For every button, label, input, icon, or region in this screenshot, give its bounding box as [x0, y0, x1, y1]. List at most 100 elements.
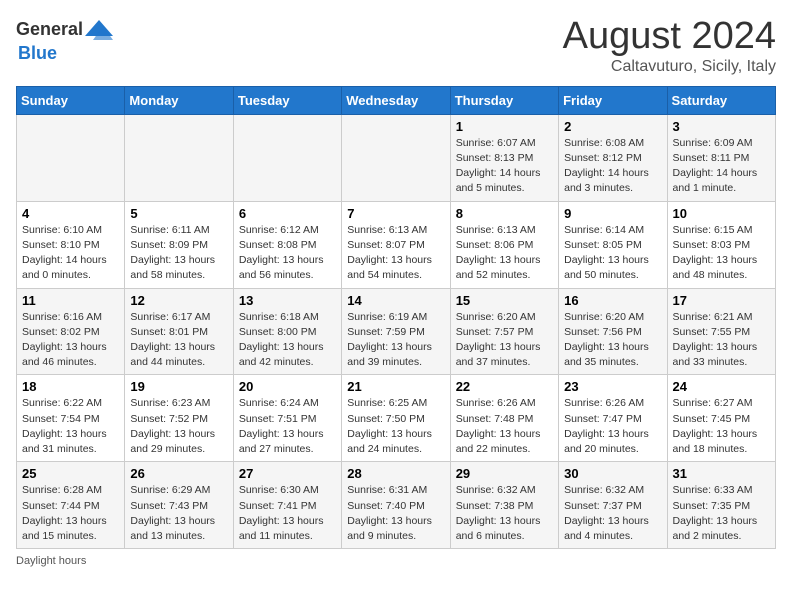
day-number: 27 — [239, 466, 336, 481]
day-number: 30 — [564, 466, 661, 481]
day-info: Sunrise: 6:15 AM Sunset: 8:03 PM Dayligh… — [673, 223, 770, 284]
header-day-friday: Friday — [559, 86, 667, 114]
day-number: 22 — [456, 379, 553, 394]
day-cell: 2Sunrise: 6:08 AM Sunset: 8:12 PM Daylig… — [559, 114, 667, 201]
calendar-subtitle: Caltavuturo, Sicily, Italy — [563, 58, 776, 76]
day-number: 26 — [130, 466, 227, 481]
day-number: 23 — [564, 379, 661, 394]
day-cell: 30Sunrise: 6:32 AM Sunset: 7:37 PM Dayli… — [559, 462, 667, 549]
day-number: 31 — [673, 466, 770, 481]
day-cell: 16Sunrise: 6:20 AM Sunset: 7:56 PM Dayli… — [559, 288, 667, 375]
day-info: Sunrise: 6:07 AM Sunset: 8:13 PM Dayligh… — [456, 136, 553, 197]
day-cell: 11Sunrise: 6:16 AM Sunset: 8:02 PM Dayli… — [17, 288, 125, 375]
calendar-table: SundayMondayTuesdayWednesdayThursdayFrid… — [16, 86, 776, 549]
day-cell — [125, 114, 233, 201]
day-cell: 20 Sunrise: 6:24 AM Sunset: 7:51 PM Dayli… — [233, 375, 341, 462]
day-cell: 28Sunrise: 6:31 AM Sunset: 7:40 PM Dayli… — [342, 462, 450, 549]
day-cell: 5Sunrise: 6:11 AM Sunset: 8:09 PM Daylig… — [125, 201, 233, 288]
day-info: Sunrise: 6:22 AM Sunset: 7:54 PM Dayligh… — [22, 396, 119, 457]
day-cell: 18 Sunrise: 6:22 AM Sunset: 7:54 PM Dayli… — [17, 375, 125, 462]
title-block: August 2024 Caltavuturo, Sicily, Italy — [563, 16, 776, 76]
day-number: 29 — [456, 466, 553, 481]
day-cell: 26 Sunrise: 6:29 AM Sunset: 7:43 PM Dayli… — [125, 462, 233, 549]
header-day-sunday: Sunday — [17, 86, 125, 114]
day-cell: 24Sunrise: 6:27 AM Sunset: 7:45 PM Dayli… — [667, 375, 775, 462]
day-cell — [342, 114, 450, 201]
day-info: Sunrise: 6:26 AM Sunset: 7:48 PM Dayligh… — [456, 396, 553, 457]
header-day-thursday: Thursday — [450, 86, 558, 114]
header-day-tuesday: Tuesday — [233, 86, 341, 114]
calendar-header: SundayMondayTuesdayWednesdayThursdayFrid… — [17, 86, 776, 114]
day-info: Sunrise: 6:12 AM Sunset: 8:08 PM Dayligh… — [239, 223, 336, 284]
day-number: 16 — [564, 293, 661, 308]
day-info: Sunrise: 6:10 AM Sunset: 8:10 PM Dayligh… — [22, 223, 119, 284]
day-info: Sunrise: 6:17 AM Sunset: 8:01 PM Dayligh… — [130, 310, 227, 371]
week-row-1: 1 Sunrise: 6:07 AM Sunset: 8:13 PM Daylig… — [17, 114, 776, 201]
day-cell: 12 Sunrise: 6:17 AM Sunset: 8:01 PM Dayli… — [125, 288, 233, 375]
day-number: 6 — [239, 206, 336, 221]
day-number: 25 — [22, 466, 119, 481]
page-header: General Blue August 2024 Caltavuturo, Si… — [16, 16, 776, 76]
day-info: Sunrise: 6:33 AM Sunset: 7:35 PM Dayligh… — [673, 483, 770, 544]
day-number: 9 — [564, 206, 661, 221]
day-cell: 25 Sunrise: 6:28 AM Sunset: 7:44 PM Dayli… — [17, 462, 125, 549]
day-info: Sunrise: 6:13 AM Sunset: 8:06 PM Dayligh… — [456, 223, 553, 284]
header-day-wednesday: Wednesday — [342, 86, 450, 114]
day-cell: 14Sunrise: 6:19 AM Sunset: 7:59 PM Dayli… — [342, 288, 450, 375]
footer-note: Daylight hours — [16, 555, 776, 567]
day-info: Sunrise: 6:29 AM Sunset: 7:43 PM Dayligh… — [130, 483, 227, 544]
day-info: Sunrise: 6:13 AM Sunset: 8:07 PM Dayligh… — [347, 223, 444, 284]
day-info: Sunrise: 6:14 AM Sunset: 8:05 PM Dayligh… — [564, 223, 661, 284]
day-number: 13 — [239, 293, 336, 308]
day-number: 7 — [347, 206, 444, 221]
day-info: Sunrise: 6:28 AM Sunset: 7:44 PM Dayligh… — [22, 483, 119, 544]
header-day-monday: Monday — [125, 86, 233, 114]
day-cell — [233, 114, 341, 201]
day-info: Sunrise: 6:20 AM Sunset: 7:57 PM Dayligh… — [456, 310, 553, 371]
day-info: Sunrise: 6:32 AM Sunset: 7:38 PM Dayligh… — [456, 483, 553, 544]
day-cell: 29 Sunrise: 6:32 AM Sunset: 7:38 PM Dayli… — [450, 462, 558, 549]
day-cell: 15 Sunrise: 6:20 AM Sunset: 7:57 PM Dayli… — [450, 288, 558, 375]
day-cell: 8Sunrise: 6:13 AM Sunset: 8:06 PM Daylig… — [450, 201, 558, 288]
week-row-5: 25 Sunrise: 6:28 AM Sunset: 7:44 PM Dayli… — [17, 462, 776, 549]
day-cell: 1 Sunrise: 6:07 AM Sunset: 8:13 PM Daylig… — [450, 114, 558, 201]
day-cell: 3Sunrise: 6:09 AM Sunset: 8:11 PM Daylig… — [667, 114, 775, 201]
day-number: 12 — [130, 293, 227, 308]
day-cell: 13 Sunrise: 6:18 AM Sunset: 8:00 PM Dayli… — [233, 288, 341, 375]
day-info: Sunrise: 6:21 AM Sunset: 7:55 PM Dayligh… — [673, 310, 770, 371]
logo: General Blue — [16, 16, 113, 64]
calendar-title: August 2024 — [563, 16, 776, 58]
day-info: Sunrise: 6:18 AM Sunset: 8:00 PM Dayligh… — [239, 310, 336, 371]
day-cell: 10 Sunrise: 6:15 AM Sunset: 8:03 PM Dayli… — [667, 201, 775, 288]
day-info: Sunrise: 6:25 AM Sunset: 7:50 PM Dayligh… — [347, 396, 444, 457]
day-cell: 17Sunrise: 6:21 AM Sunset: 7:55 PM Dayli… — [667, 288, 775, 375]
day-number: 11 — [22, 293, 119, 308]
logo-icon — [85, 16, 113, 44]
day-info: Sunrise: 6:30 AM Sunset: 7:41 PM Dayligh… — [239, 483, 336, 544]
week-row-4: 18 Sunrise: 6:22 AM Sunset: 7:54 PM Dayli… — [17, 375, 776, 462]
day-cell: 21Sunrise: 6:25 AM Sunset: 7:50 PM Dayli… — [342, 375, 450, 462]
logo-blue-text: Blue — [18, 44, 57, 64]
day-number: 15 — [456, 293, 553, 308]
day-info: Sunrise: 6:23 AM Sunset: 7:52 PM Dayligh… — [130, 396, 227, 457]
day-number: 19 — [130, 379, 227, 394]
week-row-3: 11Sunrise: 6:16 AM Sunset: 8:02 PM Dayli… — [17, 288, 776, 375]
day-number: 4 — [22, 206, 119, 221]
day-number: 20 — [239, 379, 336, 394]
day-cell: 22 Sunrise: 6:26 AM Sunset: 7:48 PM Dayli… — [450, 375, 558, 462]
day-cell: 7 Sunrise: 6:13 AM Sunset: 8:07 PM Daylig… — [342, 201, 450, 288]
day-cell: 4 Sunrise: 6:10 AM Sunset: 8:10 PM Daylig… — [17, 201, 125, 288]
day-number: 18 — [22, 379, 119, 394]
day-cell: 19 Sunrise: 6:23 AM Sunset: 7:52 PM Dayli… — [125, 375, 233, 462]
day-number: 10 — [673, 206, 770, 221]
day-number: 5 — [130, 206, 227, 221]
day-info: Sunrise: 6:24 AM Sunset: 7:51 PM Dayligh… — [239, 396, 336, 457]
day-info: Sunrise: 6:26 AM Sunset: 7:47 PM Dayligh… — [564, 396, 661, 457]
day-cell: 6 Sunrise: 6:12 AM Sunset: 8:08 PM Daylig… — [233, 201, 341, 288]
day-cell: 9 Sunrise: 6:14 AM Sunset: 8:05 PM Daylig… — [559, 201, 667, 288]
day-number: 28 — [347, 466, 444, 481]
day-number: 1 — [456, 119, 553, 134]
day-info: Sunrise: 6:19 AM Sunset: 7:59 PM Dayligh… — [347, 310, 444, 371]
day-info: Sunrise: 6:09 AM Sunset: 8:11 PM Dayligh… — [673, 136, 770, 197]
day-info: Sunrise: 6:27 AM Sunset: 7:45 PM Dayligh… — [673, 396, 770, 457]
